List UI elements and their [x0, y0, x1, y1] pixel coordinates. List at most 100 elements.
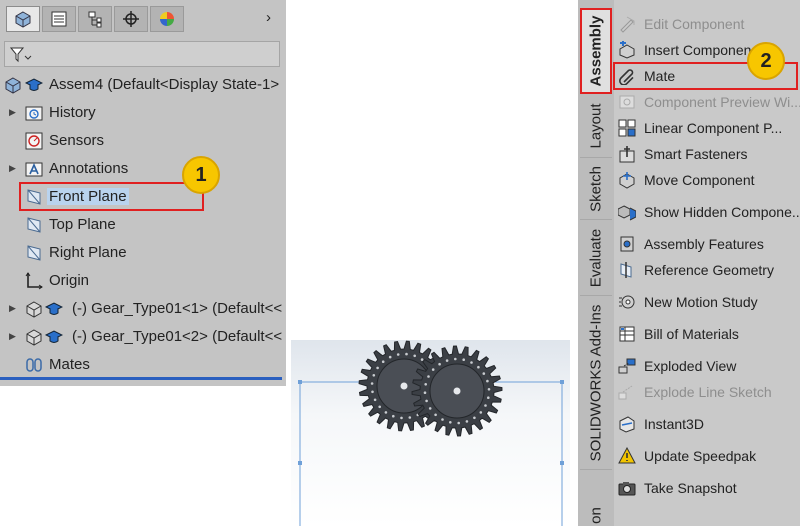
callout-highlight-assembly-tab: [580, 8, 612, 94]
tree-item-annotations[interactable]: ▶ Annotations: [0, 156, 286, 182]
expand-arrow-icon[interactable]: ▶: [9, 303, 16, 314]
smart-fasteners-button[interactable]: Smart Fasteners: [616, 142, 798, 166]
gear-hole: [438, 362, 441, 366]
gear-hole: [408, 416, 412, 419]
graphics-area[interactable]: [291, 340, 570, 526]
tree-filter-field[interactable]: [4, 41, 280, 67]
gear-hole: [372, 374, 376, 377]
callout-badge-1: 1: [182, 156, 220, 194]
filter-icon: [10, 47, 32, 63]
tree-item-gear-2[interactable]: ▶ (-) Gear_Type01<2> (Default<<: [0, 324, 286, 350]
feature-manager-tab-bar: ›: [0, 0, 286, 36]
tree-item-top-plane[interactable]: Top Plane: [0, 212, 286, 238]
feature-manager-tab[interactable]: [6, 6, 40, 32]
gear-hole: [457, 421, 460, 425]
gear-bore: [453, 387, 461, 395]
gear-hole: [434, 413, 437, 417]
sensor-gauge-icon: [25, 132, 43, 150]
gear-hole: [441, 418, 444, 421]
linear-component-pattern-button[interactable]: Linear Component P... ▼: [616, 116, 798, 140]
tab-partial[interactable]: on: [580, 470, 612, 526]
gear-hole: [405, 352, 408, 356]
instant3d-icon: [619, 416, 635, 433]
tree-item-history[interactable]: ▶ History: [0, 100, 286, 126]
instant3d-button[interactable]: Instant3D: [616, 412, 798, 436]
property-manager-tab[interactable]: [42, 6, 76, 32]
gears-viewport: [298, 340, 564, 526]
tab-layout[interactable]: Layout: [580, 94, 612, 158]
tree-root-label: Assem4 (Default<Display State-1>: [49, 76, 280, 93]
tree-root-assembly[interactable]: Assem4 (Default<Display State-1>: [0, 72, 286, 98]
annotations-folder-icon: [25, 162, 43, 177]
gear-hole: [420, 358, 424, 361]
gear-hole: [384, 411, 388, 414]
smart-fasteners-icon: [619, 146, 635, 163]
gear-hole: [477, 365, 480, 369]
gear-2: [411, 345, 503, 437]
tree-item-gear-1[interactable]: ▶ (-) Gear_Type01<1> (Default<<: [0, 296, 286, 322]
show-hidden-icon: [618, 205, 636, 221]
gear-hole: [462, 358, 465, 361]
assembly-icon: [15, 11, 31, 28]
assembly-features-icon: [620, 236, 634, 252]
tree-item-label: Top Plane: [49, 216, 116, 233]
gear-hole: [431, 368, 435, 371]
insert-component-icon: [619, 41, 635, 59]
gear-hole: [370, 382, 374, 385]
display-manager-tab[interactable]: [150, 6, 184, 32]
gear-hole: [482, 372, 486, 375]
gear-hole: [392, 414, 395, 418]
gear-hole: [486, 379, 489, 383]
move-component-icon: [619, 172, 635, 189]
chevron-right-icon[interactable]: ›: [266, 9, 271, 26]
gear-hole: [445, 359, 449, 362]
component-preview-button[interactable]: Component Preview Wi...: [616, 90, 800, 114]
assembly-features-button[interactable]: Assembly Features ▼: [616, 232, 798, 256]
tree-item-label: Annotations: [49, 160, 129, 177]
gear-hole: [470, 361, 473, 364]
gear-hole: [484, 404, 487, 407]
gear-hole: [400, 416, 403, 420]
gear-hole: [378, 405, 381, 409]
expand-arrow-icon[interactable]: ▶: [9, 107, 16, 118]
exploded-view-button[interactable]: Exploded View: [616, 354, 798, 378]
take-snapshot-button[interactable]: Take Snapshot: [616, 476, 798, 500]
edit-component-button[interactable]: Edit Component: [616, 12, 798, 36]
move-component-button[interactable]: Move Component ▼: [616, 168, 798, 192]
configuration-tree-icon: [88, 11, 102, 28]
tree-item-mates[interactable]: Mates: [0, 352, 286, 378]
update-speedpak-button[interactable]: Update Speedpak: [616, 444, 798, 468]
gear-hole: [388, 355, 392, 359]
tree-item-label: History: [49, 104, 96, 121]
color-wheel-icon: [160, 12, 174, 26]
reference-geometry-button[interactable]: Reference Geometry ▼: [616, 258, 798, 282]
explode-line-sketch-button[interactable]: Explode Line Sketch: [616, 380, 798, 404]
part-icon: [26, 329, 42, 346]
gear-hole: [449, 421, 452, 424]
tab-solidworks-addins[interactable]: SOLIDWORKS Add-Ins: [580, 296, 612, 470]
gear-hole: [371, 390, 374, 394]
bill-of-materials-button[interactable]: Bill of Materials: [616, 322, 798, 346]
gear-hole: [487, 388, 491, 391]
show-hidden-components-button[interactable]: Show Hidden Compone...: [616, 200, 800, 224]
gear-hole: [396, 353, 400, 356]
origin-icon: [25, 272, 43, 290]
expand-arrow-icon[interactable]: ▶: [9, 331, 16, 342]
assembly-icon: [5, 77, 21, 94]
tab-evaluate[interactable]: Evaluate: [580, 220, 612, 296]
tree-item-origin[interactable]: Origin: [0, 268, 286, 294]
gear-hole: [423, 391, 427, 394]
linear-pattern-icon: [618, 119, 636, 137]
tree-item-label: Mates: [49, 356, 90, 373]
crosshair-icon: [123, 11, 139, 27]
expand-arrow-icon[interactable]: ▶: [9, 163, 16, 174]
dim-xpert-tab[interactable]: [114, 6, 148, 32]
tree-item-sensors[interactable]: Sensors: [0, 128, 286, 154]
graduation-cap-icon: [45, 330, 63, 343]
property-list-icon: [51, 11, 67, 27]
tree-item-right-plane[interactable]: Right Plane: [0, 240, 286, 266]
component-preview-icon: [619, 95, 635, 109]
tab-sketch[interactable]: Sketch: [580, 158, 612, 220]
new-motion-study-button[interactable]: New Motion Study: [616, 290, 798, 314]
configuration-manager-tab[interactable]: [78, 6, 112, 32]
